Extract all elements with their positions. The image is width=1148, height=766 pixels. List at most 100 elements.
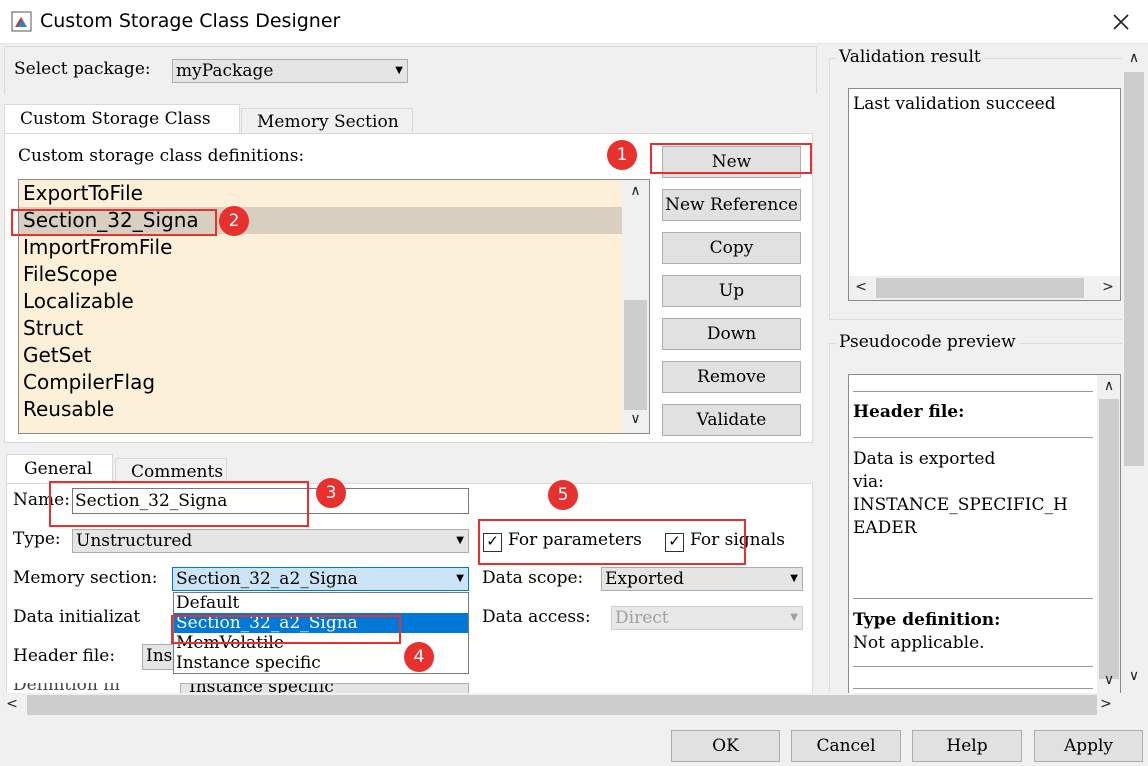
header-file-label: Header file: [13,646,116,666]
list-item[interactable]: Struct [23,315,83,342]
list-item[interactable]: FileScope [23,261,117,288]
definition-file-select[interactable]: Instance specific [180,683,469,693]
data-scope-value: Exported [605,569,685,589]
scroll-down-icon[interactable]: ∨ [1122,668,1146,684]
memory-section-value: Section_32_a2_Signa [176,569,358,589]
left-panel [4,46,817,94]
definition-file-label: Definition fil [13,683,121,693]
memory-section-label: Memory section: [13,568,158,588]
type-select[interactable]: Unstructured ▼ [72,529,469,553]
tab-label: Comments [131,462,224,482]
header-file-value: Ins [146,646,173,666]
tab-label: Memory Section [257,112,399,132]
chevron-down-icon: ▼ [456,535,464,546]
tab-label: Custom Storage Class [20,109,211,129]
definition-file-row: Definition fil Instance specific [0,683,820,693]
copy-button[interactable]: Copy [662,232,801,264]
scroll-left-icon[interactable]: < [853,279,869,295]
chevron-down-icon: ▼ [790,573,798,584]
pseudocode-title: Pseudocode preview [836,332,1019,352]
divider [853,437,1093,438]
annotation-badge-4: 4 [404,642,434,672]
pseudocode-typedef-label: Type definition: [853,610,1001,630]
pseudocode-vscroll[interactable]: ∧ ∨ [1097,375,1120,693]
divider [853,391,1093,392]
divider [853,666,1093,667]
pseudocode-header-label: Header file: [853,402,965,422]
validate-button[interactable]: Validate [662,404,801,436]
window-title: Custom Storage Class Designer [40,10,341,32]
list-item[interactable]: Localizable [23,288,134,315]
scroll-thumb[interactable] [876,278,1084,298]
down-button[interactable]: Down [662,318,801,350]
annotation-badge-3: 3 [316,478,346,508]
annotation-box-checkboxes [478,519,746,565]
chevron-down-icon: ▼ [456,573,464,584]
list-scrollbar[interactable]: ∧ ∨ [622,180,649,433]
data-access-value: Direct [615,608,669,628]
dropdown-option[interactable]: Default [174,593,468,613]
type-label: Type: [13,529,61,549]
scroll-right-icon[interactable]: > [1100,279,1116,295]
title-bar: Custom Storage Class Designer [0,0,1148,44]
horizontal-scrollbar[interactable]: < > [0,693,1122,717]
pseudocode-line: Data is exported [853,449,996,469]
scroll-up-icon[interactable]: ∧ [1097,378,1120,394]
annotation-box-memory-option [171,615,401,644]
tab-label: General [24,459,93,479]
apply-button[interactable]: Apply [1034,730,1143,762]
scroll-down-icon[interactable]: ∨ [622,411,649,427]
scroll-right-icon[interactable]: > [1098,696,1114,712]
up-button[interactable]: Up [662,275,801,307]
annotation-badge-2: 2 [219,206,249,236]
data-init-label: Data initializat [13,607,141,627]
list-item[interactable]: CompilerFlag [23,369,155,396]
validation-hscroll[interactable]: < > [849,276,1120,300]
help-button[interactable]: Help [912,730,1022,762]
window-vscroll[interactable]: ∧ ∨ [1122,46,1146,694]
annotation-box-new [650,143,812,174]
scroll-down-icon[interactable]: ∨ [1097,672,1120,688]
data-access-label: Data access: [482,607,591,627]
annotation-badge-1: 1 [607,140,637,170]
tab-general[interactable]: General [6,454,113,484]
annotation-box-name [49,481,309,527]
pseudocode-line: via: [853,472,884,492]
new-reference-button[interactable]: New Reference [662,189,801,221]
scroll-thumb[interactable] [1124,72,1144,466]
list-item[interactable]: Reusable [23,396,114,423]
validation-text: Last validation succeed [853,94,1056,114]
scroll-thumb[interactable] [27,695,1097,715]
definition-file-value: Instance specific [189,683,334,693]
pseudocode-box: Header file: Data is exported via: INSTANC… [848,374,1121,693]
scroll-up-icon[interactable]: ∧ [622,183,649,199]
type-value: Unstructured [76,531,193,551]
scroll-thumb[interactable] [1099,399,1119,679]
data-access-select: Direct ▼ [611,606,803,630]
list-item[interactable]: ExportToFile [23,180,143,207]
annotation-badge-5: 5 [548,480,578,510]
tab-memory-section[interactable]: Memory Section [241,108,413,134]
divider [853,598,1093,599]
scroll-thumb[interactable] [624,300,647,410]
pseudocode-typedef-text: Not applicable. [853,633,985,653]
close-icon[interactable] [1110,11,1132,33]
list-item[interactable]: ImportFromFile [23,234,172,261]
validation-box: Last validation succeed < > [848,88,1121,301]
definitions-label: Custom storage class definitions: [18,146,305,166]
remove-button[interactable]: Remove [662,361,801,393]
pseudocode-line: EADER [853,518,917,538]
validation-title: Validation result [836,47,984,67]
data-scope-select[interactable]: Exported ▼ [601,567,803,591]
chevron-down-icon: ▼ [790,612,798,623]
cancel-button[interactable]: Cancel [791,730,901,762]
scroll-left-icon[interactable]: < [4,696,20,712]
scroll-up-icon[interactable]: ∧ [1122,50,1146,66]
app-icon [11,11,32,32]
tab-custom-storage-class[interactable]: Custom Storage Class [4,104,240,134]
ok-button[interactable]: OK [671,730,780,762]
annotation-box-selected-item [11,209,217,236]
memory-section-select[interactable]: Section_32_a2_Signa ▼ [172,567,469,591]
data-scope-label: Data scope: [482,568,584,588]
list-item[interactable]: GetSet [23,342,92,369]
